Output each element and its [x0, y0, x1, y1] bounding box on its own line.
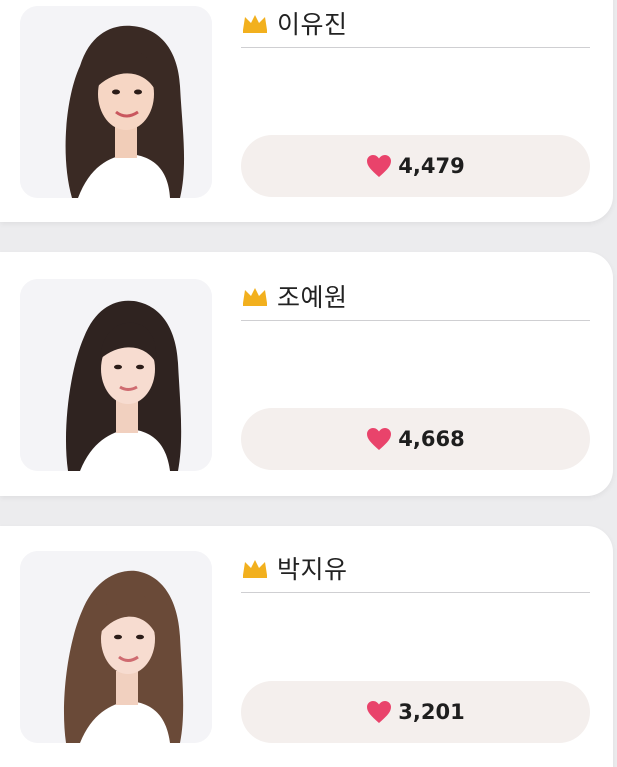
portrait-image — [20, 279, 212, 471]
vote-count: 4,479 — [398, 154, 465, 178]
heart-icon — [366, 154, 392, 178]
heart-icon — [366, 427, 392, 451]
candidate-name: 박지유 — [277, 555, 348, 584]
candidate-name: 조예원 — [277, 283, 348, 312]
candidate-card[interactable]: 조예원 4,668 — [0, 252, 613, 496]
vote-count: 4,668 — [398, 427, 465, 451]
name-row: 이유진 — [241, 0, 590, 48]
heart-icon — [366, 700, 392, 724]
vote-button[interactable]: 4,668 — [241, 408, 590, 470]
crown-icon — [241, 557, 269, 579]
vote-button[interactable]: 3,201 — [241, 681, 590, 743]
name-row: 조예원 — [241, 272, 590, 321]
crown-icon — [241, 12, 269, 34]
candidate-card[interactable]: 박지유 3,201 — [0, 526, 613, 767]
vote-button[interactable]: 4,479 — [241, 135, 590, 197]
candidate-photo[interactable] — [20, 551, 212, 743]
portrait-image — [20, 6, 212, 198]
portrait-image — [20, 551, 212, 743]
candidate-photo[interactable] — [20, 6, 212, 198]
name-row: 박지유 — [241, 544, 590, 593]
candidate-name: 이유진 — [277, 10, 348, 39]
crown-icon — [241, 285, 269, 307]
candidate-photo[interactable] — [20, 279, 212, 471]
candidate-card[interactable]: 이유진 4,479 — [0, 0, 613, 222]
candidate-list: 이유진 4,479 조예원 4,668 박지유 3,201 — [0, 0, 617, 767]
vote-count: 3,201 — [398, 700, 465, 724]
